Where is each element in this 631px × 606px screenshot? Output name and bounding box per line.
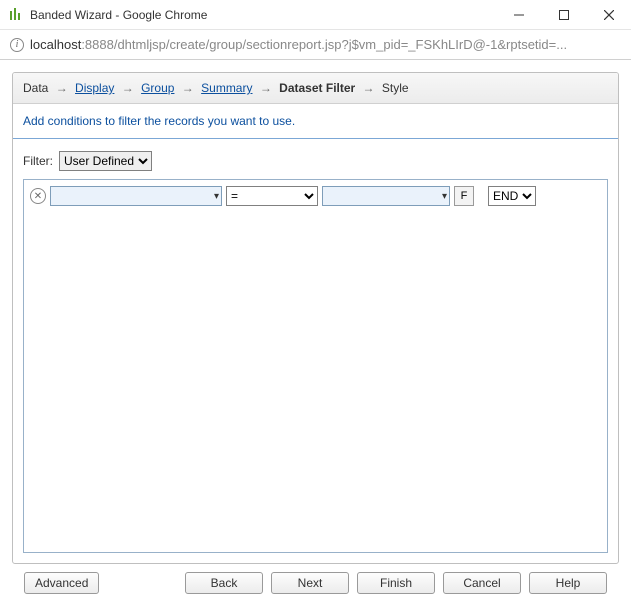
crumb-dataset-filter: Dataset Filter bbox=[279, 81, 355, 95]
breadcrumb: Data → Display → Group → Summary → Datas… bbox=[13, 73, 618, 104]
field-combo[interactable]: ▾ bbox=[50, 186, 222, 206]
next-button[interactable]: Next bbox=[271, 572, 349, 594]
crumb-arrow-icon: → bbox=[363, 81, 375, 95]
address-host: localhost bbox=[30, 37, 81, 52]
operator-select[interactable]: = bbox=[226, 186, 318, 206]
conditions-grid: ✕ ▾ = ▾ F END bbox=[23, 179, 608, 553]
window-controls bbox=[496, 0, 631, 30]
address-bar[interactable]: i localhost:8888/dhtmljsp/create/group/s… bbox=[0, 30, 631, 60]
instruction-text: Add conditions to filter the records you… bbox=[13, 104, 618, 139]
finish-button[interactable]: Finish bbox=[357, 572, 435, 594]
chevron-down-icon: ▾ bbox=[442, 191, 447, 202]
cancel-button[interactable]: Cancel bbox=[443, 572, 521, 594]
crumb-style: Style bbox=[382, 81, 409, 95]
app-icon bbox=[8, 7, 24, 23]
crumb-arrow-icon: → bbox=[122, 81, 134, 95]
site-info-icon[interactable]: i bbox=[10, 38, 24, 52]
filter-select[interactable]: User Defined bbox=[59, 151, 152, 171]
address-path: :8888/dhtmljsp/create/group/sectionrepor… bbox=[81, 37, 567, 52]
crumb-display[interactable]: Display bbox=[75, 81, 114, 95]
close-button[interactable] bbox=[586, 0, 631, 30]
crumb-arrow-icon: → bbox=[56, 81, 68, 95]
wizard-container: Data → Display → Group → Summary → Datas… bbox=[0, 60, 631, 606]
wizard-panel: Data → Display → Group → Summary → Datas… bbox=[12, 72, 619, 564]
delete-row-icon[interactable]: ✕ bbox=[30, 188, 46, 204]
crumb-arrow-icon: → bbox=[182, 81, 194, 95]
back-button[interactable]: Back bbox=[185, 572, 263, 594]
window-titlebar: Banded Wizard - Google Chrome bbox=[0, 0, 631, 30]
help-button[interactable]: Help bbox=[529, 572, 607, 594]
formula-button[interactable]: F bbox=[454, 186, 474, 206]
crumb-arrow-icon: → bbox=[260, 81, 272, 95]
wizard-footer: Advanced Back Next Finish Cancel Help bbox=[12, 564, 619, 594]
logic-end-select[interactable]: END bbox=[488, 186, 536, 206]
condition-row: ✕ ▾ = ▾ F END bbox=[24, 180, 607, 212]
maximize-button[interactable] bbox=[541, 0, 586, 30]
crumb-group[interactable]: Group bbox=[141, 81, 174, 95]
advanced-button[interactable]: Advanced bbox=[24, 572, 99, 594]
filter-label: Filter: bbox=[23, 154, 53, 168]
filter-row: Filter: User Defined bbox=[13, 139, 618, 179]
crumb-data: Data bbox=[23, 81, 48, 95]
crumb-summary[interactable]: Summary bbox=[201, 81, 252, 95]
chevron-down-icon: ▾ bbox=[214, 191, 219, 202]
value-combo[interactable]: ▾ bbox=[322, 186, 450, 206]
minimize-button[interactable] bbox=[496, 0, 541, 30]
window-title: Banded Wizard - Google Chrome bbox=[30, 8, 207, 22]
